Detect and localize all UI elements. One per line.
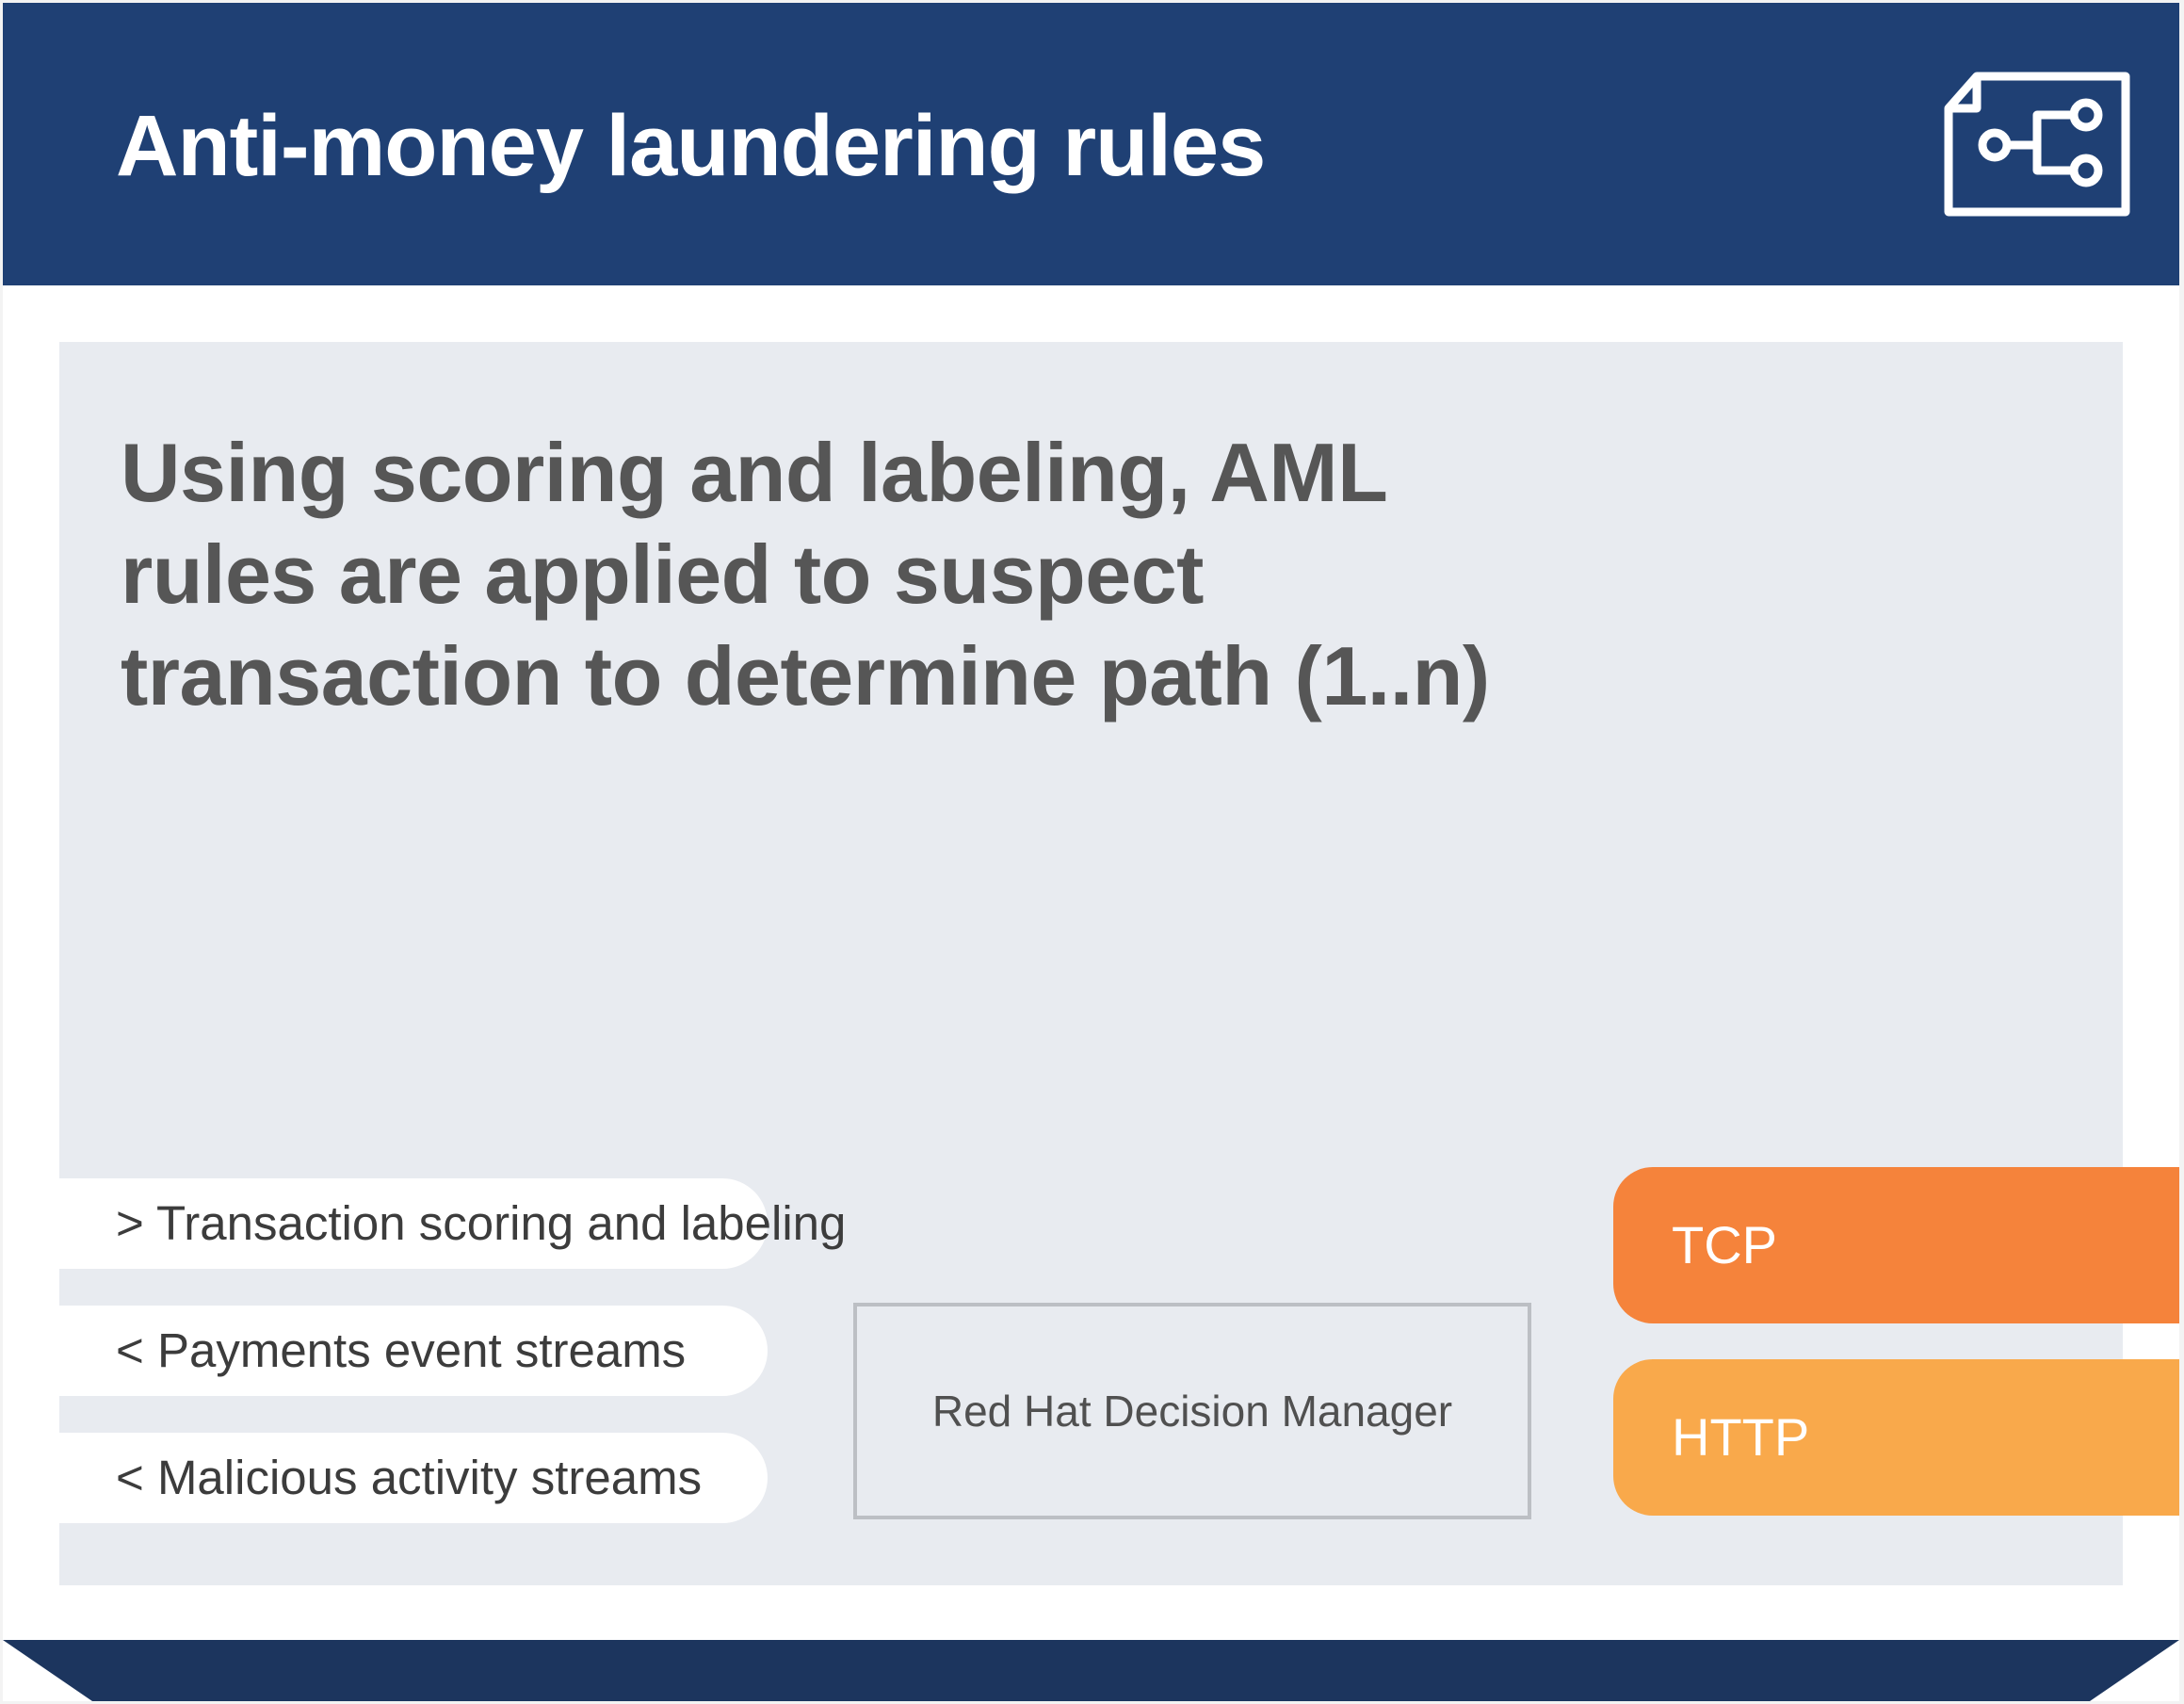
decision-manager-box: Red Hat Decision Manager bbox=[853, 1303, 1531, 1519]
stream-item-transaction-scoring: > Transaction scoring and labeling bbox=[59, 1178, 846, 1269]
stream-label: < Payments event streams bbox=[116, 1323, 687, 1377]
protocol-tcp: TCP bbox=[1613, 1167, 2179, 1323]
flow-document-icon bbox=[1944, 72, 2130, 217]
header-bar: Anti-money laundering rules bbox=[3, 3, 2179, 285]
protocol-label: HTTP bbox=[1672, 1407, 1810, 1467]
stream-label: < Malicious activity streams bbox=[116, 1451, 703, 1504]
footer-band bbox=[3, 1640, 2179, 1701]
decision-manager-label: Red Hat Decision Manager bbox=[931, 1387, 1453, 1436]
headline: Using scoring and labeling, AML rules ar… bbox=[121, 426, 1490, 722]
page-title: Anti-money laundering rules bbox=[116, 98, 1266, 194]
card: Anti-money laundering rules Using scorin… bbox=[3, 3, 2179, 1701]
stream-label: > Transaction scoring and labeling bbox=[116, 1196, 847, 1250]
protocol-label: TCP bbox=[1672, 1215, 1777, 1274]
stream-item-malicious-activity: < Malicious activity streams bbox=[59, 1433, 768, 1523]
stream-item-payments-events: < Payments event streams bbox=[59, 1306, 768, 1396]
protocol-http: HTTP bbox=[1613, 1359, 2179, 1516]
